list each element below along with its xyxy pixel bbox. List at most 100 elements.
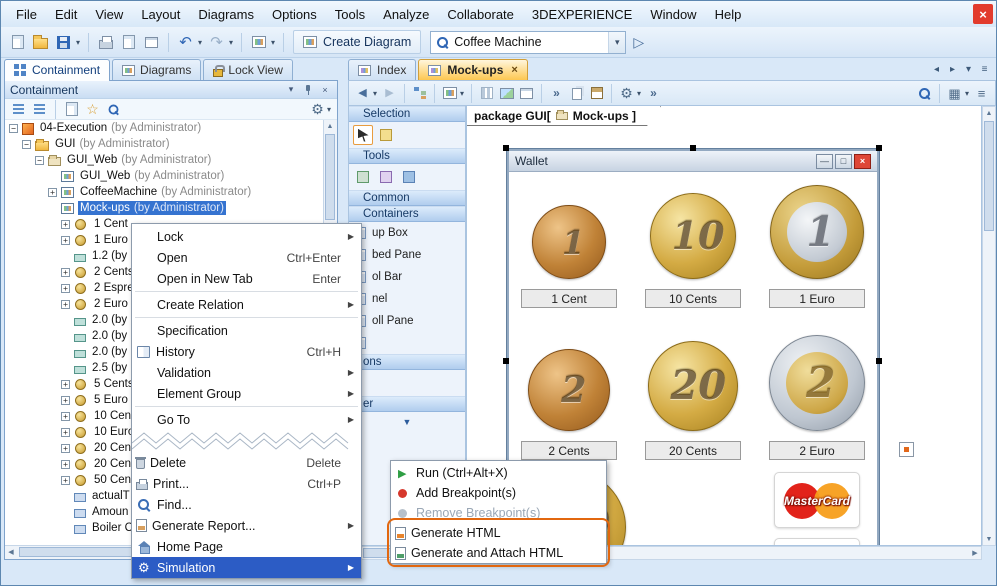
selection-handle[interactable]: [690, 145, 696, 151]
run-selection-icon[interactable]: ▷: [628, 32, 649, 53]
canvas-vertical-scrollbar[interactable]: ▲ ▼: [982, 106, 996, 546]
element-search-combo[interactable]: Coffee Machine ▾: [430, 31, 626, 54]
palette-header-common[interactable]: Common: [349, 190, 465, 206]
doc-tab-index[interactable]: Index: [348, 59, 416, 80]
layout-grid-icon[interactable]: [477, 84, 496, 103]
scroll-up-icon[interactable]: ▲: [324, 120, 336, 132]
menu-analyze[interactable]: Analyze: [374, 3, 438, 26]
menu-item-print[interactable]: Print...Ctrl+P: [132, 473, 361, 494]
related-elements-dropdown-icon[interactable]: ▾: [458, 89, 466, 98]
selection-handle[interactable]: [876, 358, 882, 364]
expand-icon[interactable]: +: [61, 428, 70, 437]
copy-icon[interactable]: [567, 84, 586, 103]
menu-item-create-relation[interactable]: Create Relation▶: [132, 294, 361, 315]
menu-file[interactable]: File: [7, 3, 46, 26]
menu-item-home-page[interactable]: Home Page: [132, 536, 361, 557]
note-tool-icon[interactable]: [376, 125, 396, 145]
submenu-item-add-breakpoint-s[interactable]: Add Breakpoint(s): [391, 483, 606, 503]
palette-header-selection[interactable]: Selection: [349, 106, 465, 122]
panel-menu-icon[interactable]: ▾: [284, 83, 298, 97]
palette-item-ol-bar[interactable]: ol Bar: [349, 266, 465, 288]
redo-icon[interactable]: ↷: [206, 32, 227, 53]
scroll-up-icon[interactable]: ▲: [983, 107, 995, 119]
menu-item-generate-report[interactable]: Generate Report...▶: [132, 515, 361, 536]
tree-node-gui[interactable]: −GUI(by Administrator): [5, 136, 323, 152]
scrollbar-thumb[interactable]: [19, 547, 149, 557]
diagram-search-icon[interactable]: [915, 84, 934, 103]
palette-item-x[interactable]: [349, 332, 465, 354]
panel-tab-containment[interactable]: Containment: [4, 59, 110, 80]
tree-node-04-execution[interactable]: −04-Execution(by Administrator): [5, 120, 323, 136]
expand-icon[interactable]: +: [61, 284, 70, 293]
window-close-button[interactable]: ×: [973, 4, 993, 24]
menu-layout[interactable]: Layout: [132, 3, 189, 26]
coin-cell-2-cents[interactable]: 22 Cents: [515, 308, 623, 460]
menu-item-find[interactable]: Find...: [132, 494, 361, 515]
undo-dropdown-icon[interactable]: ▾: [196, 38, 204, 47]
insert-image-icon[interactable]: [497, 84, 516, 103]
overflow-chevron-icon[interactable]: »: [644, 84, 663, 103]
menu-item-validation[interactable]: Validation▶: [132, 362, 361, 383]
print-icon[interactable]: [95, 32, 116, 53]
related-diagrams-dropdown-icon[interactable]: ▾: [269, 38, 277, 47]
related-diagrams-icon[interactable]: [248, 32, 269, 53]
coin-cell-1-cent[interactable]: 11 Cent: [515, 180, 623, 308]
menu-item-specification[interactable]: Specification: [132, 320, 361, 341]
palette-scroll-down-icon[interactable]: ▼: [349, 412, 465, 432]
maximize-icon[interactable]: □: [835, 154, 852, 169]
collapse-icon[interactable]: −: [9, 124, 18, 133]
menu-window[interactable]: Window: [641, 3, 705, 26]
diagram-options-gear-icon[interactable]: ⚙: [617, 84, 636, 103]
menu-3dexperience[interactable]: 3DEXPERIENCE: [523, 3, 641, 26]
collapse-icon[interactable]: −: [22, 140, 31, 149]
table-view-dropdown-icon[interactable]: ▾: [963, 89, 971, 98]
coin-cell-1-euro[interactable]: 11 Euro: [763, 180, 871, 308]
cursor-tool-icon[interactable]: [353, 125, 373, 145]
page-setup-icon[interactable]: [141, 32, 162, 53]
submenu-item-run-ctrl-alt-x[interactable]: Run (Ctrl+Alt+X): [391, 463, 606, 483]
menu-diagrams[interactable]: Diagrams: [189, 3, 263, 26]
scroll-right-icon[interactable]: ▶: [969, 547, 981, 559]
palette-header-er[interactable]: er: [349, 396, 465, 412]
menu-item-element-group[interactable]: Element Group▶: [132, 383, 361, 404]
expand-icon[interactable]: +: [61, 380, 70, 389]
tab-list-icon[interactable]: ▾: [961, 61, 976, 77]
expand-icon[interactable]: +: [61, 444, 70, 453]
selection-handle[interactable]: [503, 145, 509, 151]
menu-item-lock[interactable]: Lock▶: [132, 226, 361, 247]
save-dropdown-icon[interactable]: ▾: [74, 38, 82, 47]
forward-icon[interactable]: ▶: [380, 84, 399, 103]
panel-tab-diagrams[interactable]: Diagrams: [112, 59, 201, 80]
menu-view[interactable]: View: [86, 3, 132, 26]
create-diagram-button[interactable]: Create Diagram: [293, 30, 421, 54]
coin-cell-2-euro[interactable]: 22 Euro: [763, 308, 871, 460]
panel-close-icon[interactable]: ×: [318, 83, 332, 97]
open-specification-icon[interactable]: [62, 100, 81, 119]
expand-icon[interactable]: +: [61, 300, 70, 309]
card-visa[interactable]: VISA: [774, 538, 860, 546]
back-dropdown-icon[interactable]: ▾: [371, 89, 379, 98]
close-tab-icon[interactable]: ×: [511, 64, 517, 76]
collapse-all-icon[interactable]: [9, 100, 28, 119]
tab-scroll-left-icon[interactable]: ◂: [929, 61, 944, 77]
selection-handle[interactable]: [876, 145, 882, 151]
tree-node-gui-web[interactable]: −GUI_Web(by Administrator): [5, 152, 323, 168]
submenu-item-generate-html[interactable]: Generate HTML: [391, 523, 606, 543]
menu-edit[interactable]: Edit: [46, 3, 86, 26]
back-icon[interactable]: ◀: [353, 84, 372, 103]
expand-icon[interactable]: +: [61, 236, 70, 245]
collapse-icon[interactable]: −: [35, 156, 44, 165]
plain-tool-icon[interactable]: [399, 167, 419, 187]
hourglass-tool-icon[interactable]: [376, 167, 396, 187]
palette-item-nel[interactable]: nel: [349, 288, 465, 310]
favorites-icon[interactable]: ☆: [83, 100, 102, 119]
anchor-note-icon[interactable]: [899, 442, 914, 457]
palette-item-up-box[interactable]: up Box: [349, 222, 465, 244]
save-project-icon[interactable]: [53, 32, 74, 53]
minimize-icon[interactable]: —: [816, 154, 833, 169]
paste-icon[interactable]: [587, 84, 606, 103]
close-icon[interactable]: ×: [854, 154, 871, 169]
coin-cell-20-cents[interactable]: 2020 Cents: [639, 308, 747, 460]
show-containment-icon[interactable]: [410, 84, 429, 103]
table-view-icon[interactable]: ▦: [945, 84, 964, 103]
